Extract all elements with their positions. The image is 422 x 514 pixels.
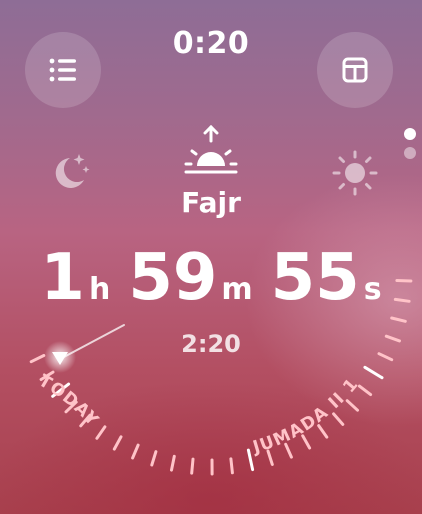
- calendar-dial[interactable]: TODAY JUMADA II 1: [0, 0, 422, 514]
- month-label: JUMADA II 1: [250, 374, 363, 458]
- today-label: TODAY: [35, 371, 103, 431]
- dial-tick: [229, 457, 234, 475]
- dial-ticks: [29, 279, 413, 476]
- dial-tick: [190, 457, 195, 475]
- dial-tick: [29, 354, 46, 364]
- dial-tick: [363, 365, 384, 380]
- dial-tick: [246, 448, 255, 472]
- dial-tick: [170, 454, 176, 472]
- dial-tick: [131, 443, 140, 460]
- dial-tick: [395, 279, 413, 283]
- dial-tick: [393, 297, 411, 303]
- dial-tick: [377, 352, 394, 362]
- dial-tick: [150, 450, 158, 467]
- dial-tick: [95, 425, 107, 440]
- dial-tick: [112, 435, 123, 451]
- dial-tick: [390, 316, 407, 323]
- dial-tick: [384, 334, 401, 343]
